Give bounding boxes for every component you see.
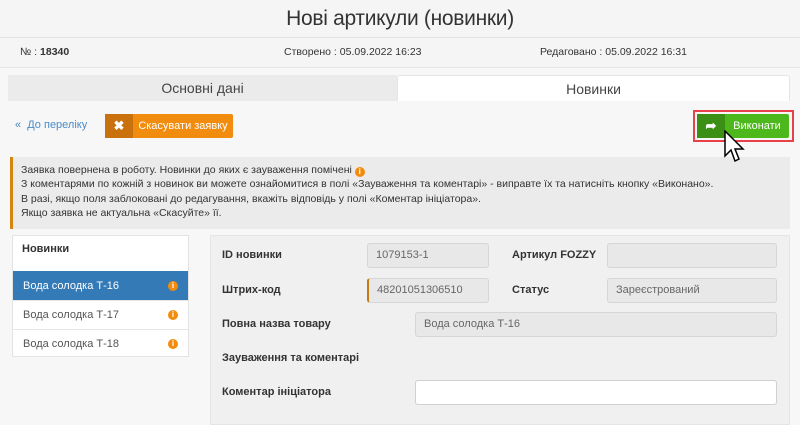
- barcode-field[interactable]: 48201051306510: [367, 278, 489, 303]
- info-row: № : 18340 Створено : 05.09.2022 16:23 Ре…: [0, 38, 800, 68]
- info-icon: i: [354, 167, 365, 177]
- remarks-label: Зауваження та коментарі: [222, 352, 360, 364]
- list-item[interactable]: Вода солодка Т-16 i: [13, 271, 188, 300]
- fozzy-label: Артикул FOZZY: [512, 249, 597, 261]
- info-icon: i: [168, 310, 178, 320]
- back-to-list-link[interactable]: « До переліку: [15, 119, 87, 131]
- fullname-field[interactable]: Вода солодка Т-16: [415, 312, 777, 337]
- fozzy-field[interactable]: [607, 243, 777, 268]
- request-number: № : 18340: [20, 46, 70, 58]
- list-item[interactable]: Вода солодка Т-18 i: [13, 329, 188, 358]
- close-icon: ✖: [105, 114, 133, 138]
- id-label: ID новинки: [222, 249, 282, 261]
- page-title: Нові артикули (новинки): [0, 0, 800, 38]
- edited-date: Редаговано : 05.09.2022 16:31: [540, 46, 687, 58]
- info-icon: i: [168, 280, 178, 291]
- cancel-request-button[interactable]: ✖ Скасувати заявку: [105, 114, 233, 138]
- status-label: Статус: [512, 284, 550, 296]
- list-title: Новинки: [22, 243, 70, 255]
- comment-label: Коментар ініціатора: [222, 386, 331, 398]
- novelties-list: Новинки Вода солодка Т-16 i Вода солодка …: [12, 235, 189, 357]
- tab-main-data[interactable]: Основні дані: [8, 75, 397, 101]
- barcode-label: Штрих-код: [222, 284, 281, 296]
- tab-novelties[interactable]: Новинки: [397, 75, 790, 101]
- alert-message: Заявка повернена в роботу. Новинки до як…: [10, 157, 790, 229]
- mouse-cursor-icon: [724, 130, 745, 163]
- double-chevron-left-icon: «: [15, 119, 28, 131]
- info-icon: i: [168, 339, 178, 349]
- initiator-comment-textarea[interactable]: [415, 380, 777, 405]
- list-item[interactable]: Вода солодка Т-17 i: [13, 300, 188, 329]
- share-arrow-icon: ➦: [697, 114, 725, 138]
- created-date: Створено : 05.09.2022 16:23: [284, 46, 422, 58]
- status-field[interactable]: Зареєстрований: [607, 278, 777, 303]
- fullname-label: Повна назва товару: [222, 318, 331, 330]
- id-field[interactable]: 1079153-1: [367, 243, 489, 268]
